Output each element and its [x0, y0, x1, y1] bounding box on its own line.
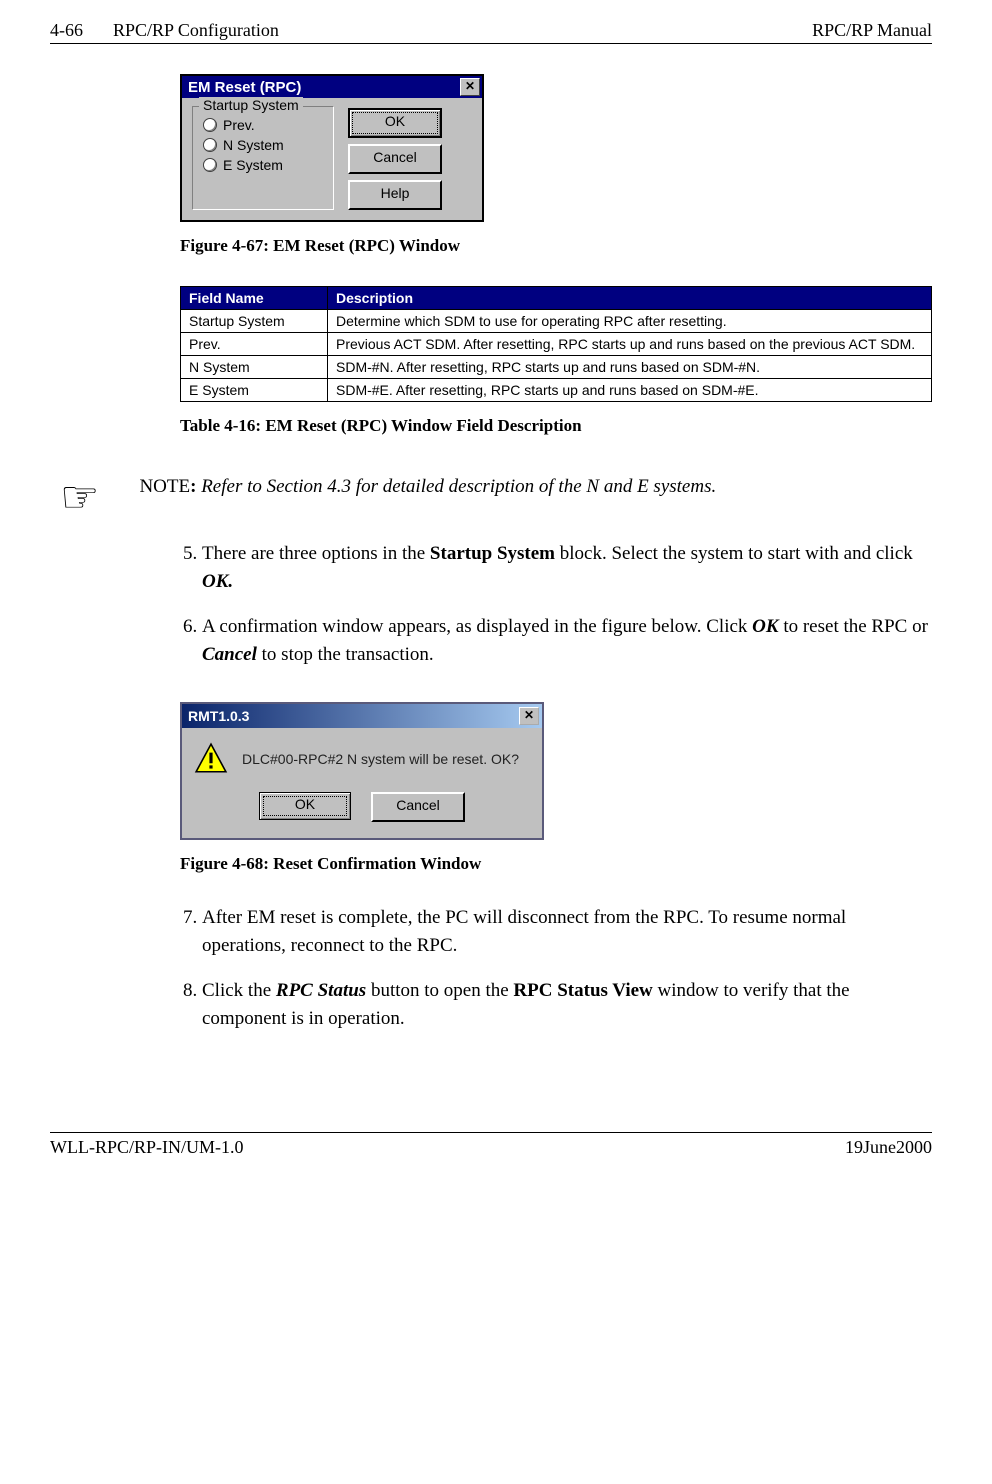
confirmation-message: DLC#00-RPC#2 N system will be reset. OK?	[242, 751, 519, 767]
text: A confirmation window appears, as displa…	[202, 616, 752, 637]
text: There are three options in the	[202, 543, 430, 564]
window-title: EM Reset (RPC)	[188, 79, 301, 96]
table-row: E System SDM-#E. After resetting, RPC st…	[181, 379, 932, 402]
text: to stop the transaction.	[257, 644, 434, 665]
field-description-table: Field Name Description Startup System De…	[180, 286, 932, 402]
text: button to open the	[366, 980, 513, 1001]
startup-system-group: Startup System Prev. N System E System	[192, 106, 334, 210]
help-button[interactable]: Help	[348, 180, 442, 210]
table-row: N System SDM-#N. After resetting, RPC st…	[181, 356, 932, 379]
close-icon: ✕	[524, 708, 534, 722]
ok-button[interactable]: OK	[259, 792, 351, 820]
text-bold: Startup System	[430, 543, 555, 564]
close-icon: ✕	[465, 79, 475, 93]
step-5: There are three options in the Startup S…	[202, 540, 932, 595]
cancel-button[interactable]: Cancel	[348, 144, 442, 174]
radio-label: E System	[223, 157, 283, 173]
group-legend: Startup System	[199, 97, 303, 113]
text-emph: OK.	[202, 571, 233, 592]
window-titlebar: RMT1.0.3 ✕	[182, 704, 542, 728]
cell-field: Startup System	[181, 310, 328, 333]
figure-caption: Figure 4-68: Reset Confirmation Window	[180, 854, 932, 874]
table-row: Startup System Determine which SDM to us…	[181, 310, 932, 333]
section-title: RPC/RP Configuration	[113, 20, 279, 41]
radio-label: Prev.	[223, 117, 255, 133]
note-label: NOTE	[139, 476, 190, 497]
steps-list: After EM reset is complete, the PC will …	[176, 904, 932, 1032]
text: Click the	[202, 980, 276, 1001]
cell-field: N System	[181, 356, 328, 379]
table-row: Prev. Previous ACT SDM. After resetting,…	[181, 333, 932, 356]
table-caption: Table 4-16: EM Reset (RPC) Window Field …	[180, 416, 932, 436]
page-header: 4-66 RPC/RP Configuration RPC/RP Manual	[50, 20, 932, 44]
radio-label: N System	[223, 137, 284, 153]
step-7: After EM reset is complete, the PC will …	[202, 904, 932, 959]
steps-list: There are three options in the Startup S…	[176, 540, 932, 668]
manual-name: RPC/RP Manual	[812, 20, 932, 41]
radio-n-system[interactable]: N System	[203, 137, 323, 153]
close-button[interactable]: ✕	[519, 707, 539, 725]
table-header-row: Field Name Description	[181, 287, 932, 310]
step-6: A confirmation window appears, as displa…	[202, 613, 932, 668]
cell-desc: SDM-#E. After resetting, RPC starts up a…	[328, 379, 932, 402]
doc-date: 19June2000	[845, 1137, 932, 1158]
figure-caption: Figure 4-67: EM Reset (RPC) Window	[180, 236, 932, 256]
radio-e-system[interactable]: E System	[203, 157, 323, 173]
em-reset-window: EM Reset (RPC) ✕ Startup System Prev. N …	[180, 74, 484, 222]
text-emph: OK	[752, 616, 778, 637]
cell-desc: Previous ACT SDM. After resetting, RPC s…	[328, 333, 932, 356]
doc-id: WLL-RPC/RP-IN/UM-1.0	[50, 1137, 244, 1158]
col-description: Description	[328, 287, 932, 310]
cell-field: Prev.	[181, 333, 328, 356]
text: block. Select the system to start with a…	[555, 543, 913, 564]
ok-button[interactable]: OK	[348, 108, 442, 138]
col-field-name: Field Name	[181, 287, 328, 310]
cell-desc: Determine which SDM to use for operating…	[328, 310, 932, 333]
text-emph: Cancel	[202, 644, 257, 665]
note-text: Refer to Section 4.3 for detailed descri…	[201, 476, 716, 497]
window-titlebar: EM Reset (RPC) ✕	[182, 76, 482, 98]
warning-icon	[194, 742, 228, 776]
radio-prev[interactable]: Prev.	[203, 117, 323, 133]
cancel-button[interactable]: Cancel	[371, 792, 465, 822]
reset-confirmation-window: RMT1.0.3 ✕ DLC#00-RPC#2 N system will be…	[180, 702, 544, 840]
step-8: Click the RPC Status button to open the …	[202, 977, 932, 1032]
note-block: ☞ NOTE: Refer to Section 4.3 for detaile…	[60, 476, 932, 520]
text-bold: RPC Status View	[513, 980, 652, 1001]
radio-icon	[203, 118, 217, 132]
radio-icon	[203, 158, 217, 172]
cell-desc: SDM-#N. After resetting, RPC starts up a…	[328, 356, 932, 379]
radio-icon	[203, 138, 217, 152]
page-number: 4-66	[50, 20, 83, 41]
pointing-hand-icon: ☞	[60, 476, 99, 520]
close-button[interactable]: ✕	[460, 78, 480, 96]
cell-field: E System	[181, 379, 328, 402]
window-title: RMT1.0.3	[188, 708, 249, 724]
text: to reset the RPC or	[779, 616, 928, 637]
page-footer: WLL-RPC/RP-IN/UM-1.0 19June2000	[50, 1132, 932, 1158]
text-emph: RPC Status	[276, 980, 366, 1001]
